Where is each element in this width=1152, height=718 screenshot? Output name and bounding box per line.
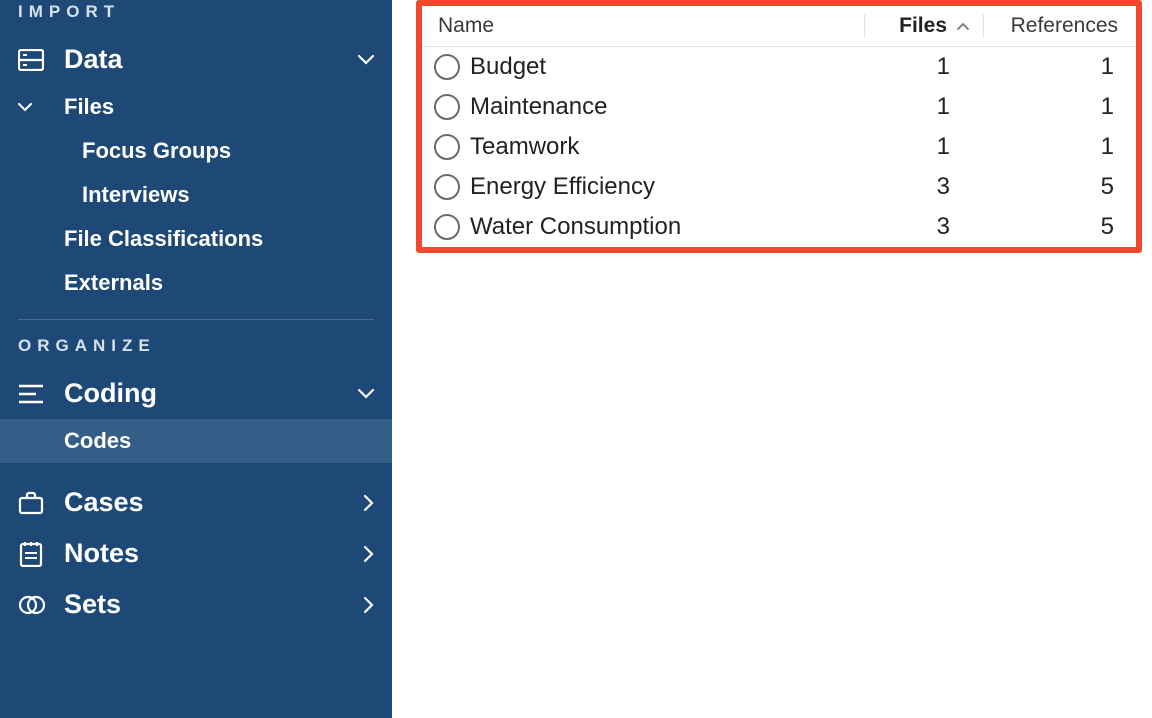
nav-item-cases-label: Cases — [64, 487, 364, 518]
chevron-right-icon — [364, 495, 374, 511]
nav-item-notes-label: Notes — [64, 538, 364, 569]
briefcase-icon — [18, 491, 50, 515]
node-icon — [434, 134, 460, 160]
highlight-box: Name Files References Budget11Maintenanc… — [416, 0, 1142, 253]
code-name-cell: Budget — [434, 53, 864, 81]
chevron-right-icon — [364, 546, 374, 562]
sidebar-item-files-label: Files — [64, 94, 374, 120]
table-row[interactable]: Energy Efficiency 35 — [422, 167, 1136, 207]
node-icon — [434, 94, 460, 120]
chevron-right-icon — [364, 597, 374, 613]
code-name: Teamwork — [470, 133, 579, 161]
coding-icon — [18, 383, 50, 405]
code-name-cell: Water Consumption — [434, 213, 864, 241]
column-header-files-label: Files — [899, 14, 947, 38]
divider — [18, 319, 374, 320]
node-icon — [434, 174, 460, 200]
chevron-down-icon — [358, 389, 374, 399]
sidebar-item-file-classifications-label: File Classifications — [64, 226, 374, 252]
sidebar-item-externals[interactable]: Externals — [0, 261, 392, 305]
nav-item-data[interactable]: Data — [0, 34, 392, 85]
code-name-cell: Teamwork — [434, 133, 864, 161]
nav-item-cases[interactable]: Cases — [0, 477, 392, 528]
sidebar-item-externals-label: Externals — [64, 270, 374, 296]
code-files-count: 3 — [864, 213, 984, 241]
chevron-down-icon — [18, 103, 50, 112]
nav-item-data-label: Data — [64, 44, 358, 75]
nav-item-sets-label: Sets — [64, 589, 364, 620]
column-header-name[interactable]: Name — [434, 14, 864, 38]
chevron-down-icon — [358, 55, 374, 65]
code-references-count: 1 — [984, 53, 1124, 81]
code-references-count: 1 — [984, 93, 1124, 121]
code-name-cell: Energy Efficiency — [434, 173, 864, 201]
code-references-count: 5 — [984, 173, 1124, 201]
notes-icon — [18, 541, 50, 567]
nav-item-sets[interactable]: Sets — [0, 579, 392, 630]
nav-item-coding-label: Coding — [64, 378, 358, 409]
sidebar-item-codes-label: Codes — [64, 428, 374, 454]
section-label-organize: ORGANIZE — [0, 334, 392, 368]
nav-item-coding[interactable]: Coding — [0, 368, 392, 419]
sidebar-item-codes[interactable]: Codes — [0, 419, 392, 463]
code-files-count: 1 — [864, 133, 984, 161]
main-panel: Name Files References Budget11Maintenanc… — [392, 0, 1152, 718]
code-name: Maintenance — [470, 93, 607, 121]
codes-table-body: Budget11Maintenance11Teamwork11Energy Ef… — [422, 47, 1136, 247]
code-name-cell: Maintenance — [434, 93, 864, 121]
table-row[interactable]: Budget 11 — [422, 47, 1136, 87]
code-files-count: 1 — [864, 53, 984, 81]
column-header-references[interactable]: References — [984, 14, 1124, 38]
node-icon — [434, 54, 460, 80]
node-icon — [434, 214, 460, 240]
data-icon — [18, 49, 50, 71]
column-header-files[interactable]: Files — [864, 14, 984, 38]
sidebar-item-focus-groups[interactable]: Focus Groups — [0, 129, 392, 173]
table-row[interactable]: Teamwork 11 — [422, 127, 1136, 167]
code-name: Budget — [470, 53, 546, 81]
sets-icon — [18, 595, 50, 615]
codes-table-header: Name Files References — [422, 6, 1136, 47]
code-references-count: 1 — [984, 133, 1124, 161]
sidebar: IMPORT Data Files Focus Groups Interview… — [0, 0, 392, 718]
sidebar-item-file-classifications[interactable]: File Classifications — [0, 217, 392, 261]
code-name: Water Consumption — [470, 213, 681, 241]
code-files-count: 3 — [864, 173, 984, 201]
table-row[interactable]: Water Consumption 35 — [422, 207, 1136, 247]
table-row[interactable]: Maintenance 11 — [422, 87, 1136, 127]
code-files-count: 1 — [864, 93, 984, 121]
sort-ascending-icon — [957, 22, 969, 30]
section-label-import: IMPORT — [0, 0, 392, 34]
code-references-count: 5 — [984, 213, 1124, 241]
sidebar-item-files[interactable]: Files — [0, 85, 392, 129]
sidebar-item-interviews[interactable]: Interviews — [0, 173, 392, 217]
nav-item-notes[interactable]: Notes — [0, 528, 392, 579]
code-name: Energy Efficiency — [470, 173, 655, 201]
